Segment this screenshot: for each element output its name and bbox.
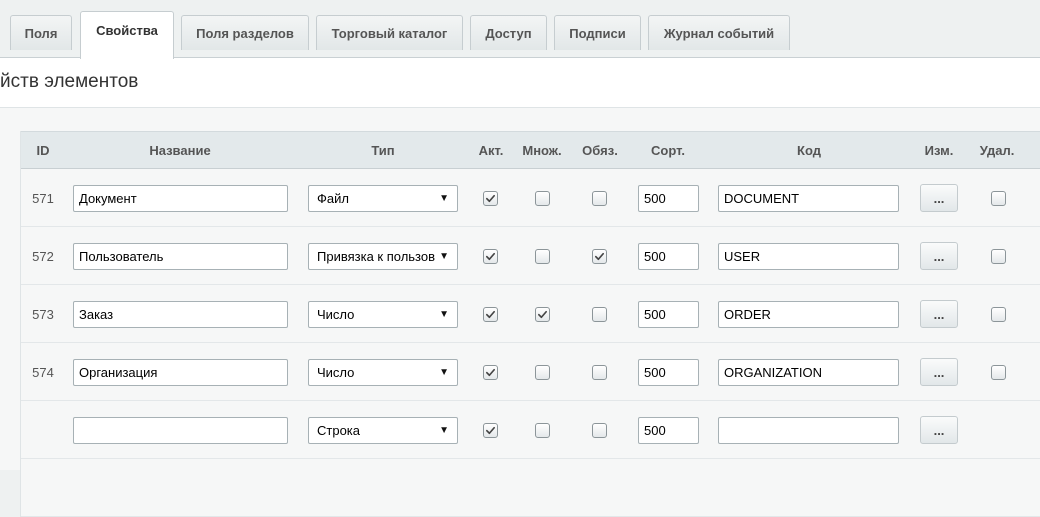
header-type: Тип — [371, 143, 395, 158]
code-input[interactable] — [718, 416, 899, 444]
section-title: йств элементов — [0, 71, 139, 92]
properties-table-area: ID Название Тип Акт. Множ. Обяз. Сорт. К… — [0, 108, 1040, 517]
tab-content-panel: йств элементов ID Название Тип Акт. Множ… — [0, 58, 1040, 517]
checkmark-icon — [486, 252, 495, 260]
property-id: 573 — [32, 306, 54, 322]
checkmark-icon — [486, 368, 495, 376]
edit-property-button[interactable]: ... — [920, 300, 958, 328]
property-type-value: Число — [317, 364, 355, 380]
header-edit: Изм. — [924, 143, 954, 158]
sort-input[interactable] — [638, 242, 699, 270]
required-checkbox[interactable] — [592, 422, 607, 438]
tab-trade-catalog[interactable]: Торговый каталог — [316, 15, 463, 50]
chevron-down-icon: ▼ — [439, 250, 449, 262]
tab-fields[interactable]: Поля — [10, 15, 72, 50]
table-row: 574 Число ▼... — [21, 343, 1040, 401]
edit-property-button[interactable]: ... — [920, 358, 958, 386]
header-active: Акт. — [478, 143, 504, 158]
multiple-checkbox[interactable] — [535, 364, 550, 380]
required-checkbox[interactable] — [592, 364, 607, 380]
property-name-input[interactable] — [73, 184, 288, 212]
delete-checkbox[interactable] — [991, 364, 1006, 380]
table-row — [21, 459, 1040, 517]
header-required: Обяз. — [582, 143, 618, 158]
required-checkbox[interactable] — [592, 248, 607, 264]
active-checkbox[interactable] — [483, 364, 498, 380]
edit-property-button[interactable]: ... — [920, 242, 958, 270]
delete-checkbox[interactable] — [991, 190, 1006, 206]
property-id: 571 — [32, 190, 54, 206]
tab-properties[interactable]: Свойства — [80, 11, 174, 59]
active-checkbox[interactable] — [483, 306, 498, 322]
header-delete: Удал. — [979, 143, 1015, 158]
property-name-input[interactable] — [73, 358, 288, 386]
chevron-down-icon: ▼ — [439, 424, 449, 436]
sort-input[interactable] — [638, 416, 699, 444]
code-input[interactable] — [718, 242, 899, 270]
property-name-input[interactable] — [73, 300, 288, 328]
header-code: Код — [797, 143, 821, 158]
header-id: ID — [36, 143, 50, 158]
delete-checkbox[interactable] — [991, 306, 1006, 322]
code-input[interactable] — [718, 184, 899, 212]
sort-input[interactable] — [638, 358, 699, 386]
active-checkbox[interactable] — [483, 190, 498, 206]
table-row: 571 Файл ▼... — [21, 169, 1040, 227]
property-id: 574 — [32, 364, 54, 380]
tab-bar: Поля Свойства Поля разделов Торговый кат… — [0, 0, 1040, 59]
property-id: 572 — [32, 248, 54, 264]
multiple-checkbox[interactable] — [535, 306, 550, 322]
header-multiple: Множ. — [522, 143, 562, 158]
tab-section-fields[interactable]: Поля разделов — [181, 15, 309, 50]
property-type-value: Привязка к пользов — [317, 248, 436, 264]
table-row: 572 Привязка к пользов▼... — [21, 227, 1040, 285]
tab-event-log[interactable]: Журнал событий — [648, 15, 790, 50]
section-heading-strip: йств элементов — [0, 58, 1040, 108]
chevron-down-icon: ▼ — [439, 366, 449, 378]
property-name-input[interactable] — [73, 416, 288, 444]
checkmark-icon — [486, 194, 495, 202]
property-type-value: Файл — [317, 190, 349, 206]
property-type-select[interactable]: Привязка к пользов ▼ — [308, 242, 458, 270]
sort-input[interactable] — [638, 300, 699, 328]
tab-access[interactable]: Доступ — [470, 15, 547, 50]
property-type-select[interactable]: Файл ▼ — [308, 184, 458, 212]
required-checkbox[interactable] — [592, 190, 607, 206]
table-header: ID Название Тип Акт. Множ. Обяз. Сорт. К… — [21, 131, 1040, 169]
property-type-select[interactable]: Число ▼ — [308, 358, 458, 386]
property-type-value: Число — [317, 306, 355, 322]
property-type-select[interactable]: Число ▼ — [308, 300, 458, 328]
active-checkbox[interactable] — [483, 422, 498, 438]
edit-property-button[interactable]: ... — [920, 184, 958, 212]
properties-table: ID Название Тип Акт. Множ. Обяз. Сорт. К… — [20, 131, 1040, 517]
property-type-select[interactable]: Строка ▼ — [308, 416, 458, 444]
active-checkbox[interactable] — [483, 248, 498, 264]
checkmark-icon — [538, 310, 547, 318]
delete-checkbox[interactable] — [991, 248, 1006, 264]
tab-captions[interactable]: Подписи — [554, 15, 641, 50]
property-name-input[interactable] — [73, 242, 288, 270]
header-sort: Сорт. — [651, 143, 685, 158]
table-row: Строка ▼... — [21, 401, 1040, 459]
property-type-value: Строка — [317, 422, 361, 438]
multiple-checkbox[interactable] — [535, 190, 550, 206]
checkmark-icon — [486, 310, 495, 318]
chevron-down-icon: ▼ — [439, 308, 449, 320]
required-checkbox[interactable] — [592, 306, 607, 322]
chevron-down-icon: ▼ — [439, 192, 449, 204]
sort-input[interactable] — [638, 184, 699, 212]
checkmark-icon — [595, 252, 604, 260]
checkmark-icon — [486, 426, 495, 434]
header-name: Название — [149, 143, 211, 158]
table-body: 571Файл▼...572Привязка к пользов▼...573Ч… — [21, 169, 1040, 517]
code-input[interactable] — [718, 300, 899, 328]
table-row: 573 Число ▼... — [21, 285, 1040, 343]
code-input[interactable] — [718, 358, 899, 386]
multiple-checkbox[interactable] — [535, 422, 550, 438]
multiple-checkbox[interactable] — [535, 248, 550, 264]
edit-property-button[interactable]: ... — [920, 416, 958, 444]
